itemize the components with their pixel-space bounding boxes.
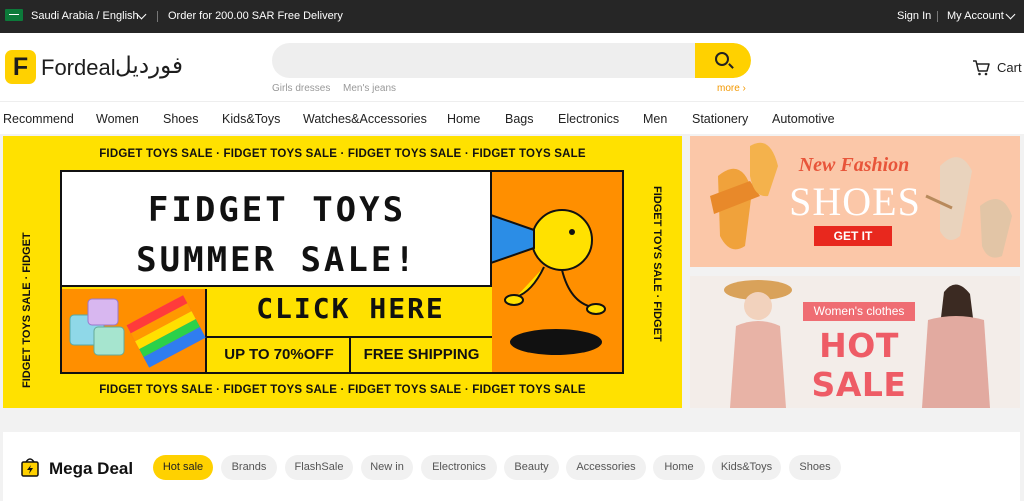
nav-item-automotive[interactable]: Automotive (772, 112, 835, 126)
nav-item-recommend[interactable]: Recommend (3, 112, 74, 126)
fidget-toys-banner[interactable]: FIDGET TOYS SALE · FIDGET TOYS SALE · FI… (3, 136, 682, 408)
header: F Fordeal فورديل Girls dresses Men's jea… (0, 33, 1024, 101)
nav-item-home[interactable]: Home (447, 112, 480, 126)
banner-strip-bottom: FIDGET TOYS SALE · FIDGET TOYS SALE · FI… (99, 384, 586, 396)
logo-arabic-text[interactable]: فورديل (115, 53, 183, 79)
free-delivery-promo: Order for 200.00 SAR Free Delivery (168, 10, 343, 22)
mascot-panel (487, 172, 622, 372)
womens-clothes-banner[interactable]: Women's clothes HOT SALE (690, 276, 1020, 408)
nav-item-shoes[interactable]: Shoes (163, 112, 198, 126)
chip-new-in[interactable]: New in (361, 455, 413, 480)
banner-title-line1: FIDGET TOYS (147, 190, 407, 230)
banner-side-text-right: FIDGET TOYS SALE · FIDGET (651, 186, 663, 342)
search-input[interactable] (272, 43, 692, 78)
chip-home[interactable]: Home (653, 455, 705, 480)
chip-accessories[interactable]: Accessories (566, 455, 646, 480)
my-account-link[interactable]: My Account (947, 10, 1004, 22)
nav-item-kids-toys[interactable]: Kids&Toys (222, 112, 280, 126)
cart-label[interactable]: Cart (997, 60, 1022, 75)
cart-icon[interactable] (972, 60, 990, 76)
logo-icon[interactable]: F (5, 50, 36, 84)
free-shipping-label: FREE SHIPPING (363, 346, 480, 363)
hot-search-link[interactable]: Men's jeans (343, 83, 396, 94)
region-selector[interactable]: Saudi Arabia / English (31, 10, 139, 22)
chip-hot-sale[interactable]: Hot sale (153, 455, 213, 480)
chip-kids-toys[interactable]: Kids&Toys (712, 455, 781, 480)
mega-deal-section: Mega Deal Hot sale Brands FlashSale New … (3, 432, 1020, 501)
hot-search-link[interactable]: Girls dresses (272, 83, 330, 94)
search-bar (272, 43, 751, 78)
sign-in-link[interactable]: Sign In (897, 10, 931, 22)
category-nav: Recommend Women Shoes Kids&Toys Watches&… (0, 101, 1024, 134)
chip-beauty[interactable]: Beauty (504, 455, 559, 480)
more-link[interactable]: more › (717, 83, 746, 94)
nav-item-women[interactable]: Women (96, 112, 139, 126)
nav-item-watches-accessories[interactable]: Watches&Accessories (303, 112, 427, 126)
chip-flashsale[interactable]: FlashSale (285, 455, 353, 480)
nav-item-bags[interactable]: Bags (505, 112, 534, 126)
divider (157, 11, 158, 22)
search-button[interactable] (695, 43, 751, 78)
nav-item-electronics[interactable]: Electronics (558, 112, 619, 126)
fidget-toys-image (62, 289, 207, 372)
shoes-headline: SHOES (789, 179, 921, 224)
logo-text[interactable]: Fordeal (41, 55, 116, 81)
click-here-cta[interactable]: CLICK HERE (209, 292, 492, 325)
chip-brands[interactable]: Brands (221, 455, 277, 480)
womens-clothes-tag: Women's clothes (803, 302, 915, 321)
mega-deal-icon (21, 458, 39, 477)
divider (937, 11, 938, 22)
chip-shoes[interactable]: Shoes (789, 455, 841, 480)
shoes-banner[interactable]: New Fashion SHOES GET IT (690, 136, 1020, 267)
chevron-down-icon[interactable] (1005, 9, 1016, 20)
shoes-tagline: New Fashion (798, 154, 910, 176)
mascot-megaphone-icon (487, 209, 606, 355)
discount-label: UP TO 70%OFF (224, 346, 334, 363)
banner-side-text-left: FIDGET TOYS SALE · FIDGET (21, 232, 33, 388)
search-icon (715, 52, 729, 66)
get-it-button[interactable]: GET IT (814, 226, 892, 246)
nav-item-men[interactable]: Men (643, 112, 667, 126)
mega-deal-title: Mega Deal (49, 459, 134, 478)
banner-frame: FIDGET TOYS SUMMER SALE! CLICK HERE UP T… (60, 170, 624, 374)
nav-item-stationery[interactable]: Stationery (692, 112, 748, 126)
hot-sale-headline: HOT SALE (811, 326, 907, 404)
banner-title-line2: SUMMER SALE! (136, 240, 418, 280)
chip-electronics[interactable]: Electronics (421, 455, 497, 480)
banner-strip-top: FIDGET TOYS SALE · FIDGET TOYS SALE · FI… (99, 148, 586, 160)
saudi-flag-icon[interactable] (5, 9, 23, 21)
top-bar: Saudi Arabia / English Order for 200.00 … (0, 0, 1024, 33)
